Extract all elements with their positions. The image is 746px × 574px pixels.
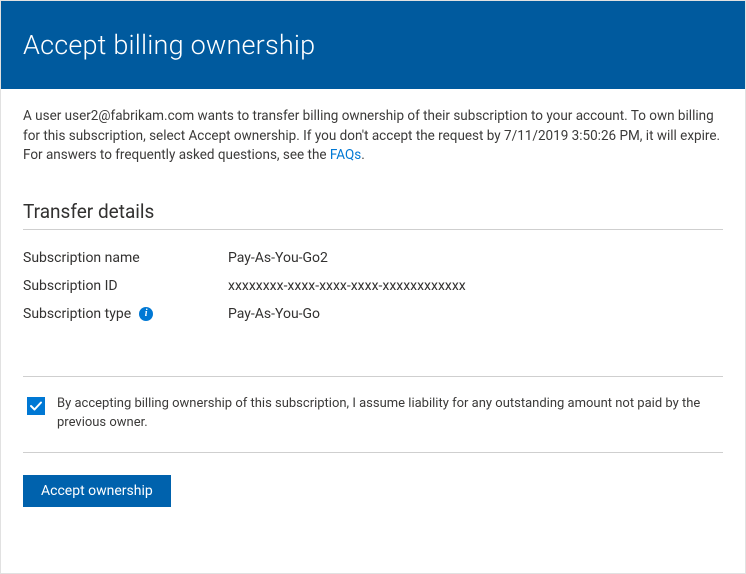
action-row: Accept ownership	[23, 453, 723, 507]
detail-value: Pay-As-You-Go2	[228, 250, 328, 266]
label-text: Subscription type	[23, 306, 131, 322]
detail-row-subscription-id: Subscription ID xxxxxxxx-xxxx-xxxx-xxxx-…	[23, 272, 723, 300]
intro-email: user2@fabrikam.com	[65, 108, 195, 124]
accept-ownership-button[interactable]: Accept ownership	[23, 475, 171, 507]
faq-link[interactable]: FAQs	[330, 147, 361, 163]
consent-text: By accepting billing ownership of this s…	[57, 395, 719, 433]
detail-label: Subscription ID	[23, 278, 228, 294]
label-text: Subscription name	[23, 250, 140, 266]
header-banner: Accept billing ownership	[1, 1, 745, 89]
intro-prefix: A user	[23, 108, 65, 124]
intro-period: .	[361, 147, 365, 163]
consent-block: By accepting billing ownership of this s…	[23, 376, 723, 454]
intro-paragraph: A user user2@fabrikam.com wants to trans…	[23, 107, 723, 166]
checkmark-icon	[29, 399, 43, 413]
detail-label: Subscription type i	[23, 306, 228, 322]
liability-checkbox[interactable]	[27, 397, 45, 415]
info-icon[interactable]: i	[139, 307, 153, 321]
intro-deadline: 7/11/2019 3:50:26 PM	[504, 128, 640, 144]
detail-label: Subscription name	[23, 250, 228, 266]
detail-value: Pay-As-You-Go	[228, 306, 320, 322]
detail-value: xxxxxxxx-xxxx-xxxx-xxxx-xxxxxxxxxxxx	[228, 278, 466, 294]
transfer-details-heading: Transfer details	[23, 200, 723, 230]
content-area: A user user2@fabrikam.com wants to trans…	[1, 89, 745, 507]
detail-row-subscription-name: Subscription name Pay-As-You-Go2	[23, 244, 723, 272]
detail-row-subscription-type: Subscription type i Pay-As-You-Go	[23, 300, 723, 328]
page-title: Accept billing ownership	[23, 29, 723, 61]
label-text: Subscription ID	[23, 278, 118, 294]
